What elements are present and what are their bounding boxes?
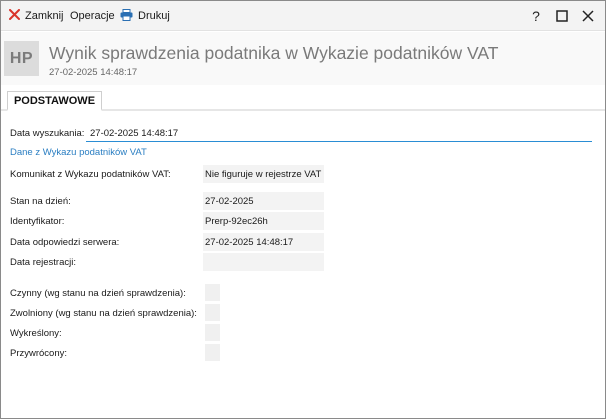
window-close-button[interactable] [578,6,598,26]
checkbox-label-czynny: Czynny (wg stanu na dzień sprawdzenia): [10,288,186,299]
close-x-icon [9,9,20,23]
search-date-label: Data wyszukania: [10,128,85,139]
avatar: HP [4,41,39,76]
maximize-button[interactable] [552,6,572,26]
close-button-label: Zamknij [25,10,64,22]
page-subtitle: 27-02-2025 14:48:17 [49,67,138,78]
print-button[interactable]: Drukuj [120,7,170,25]
close-button[interactable]: Zamknij [9,7,64,25]
window-close-icon [582,10,594,22]
help-button[interactable]: ? [526,6,546,26]
field-label-data-rejestracji: Data rejestracji: [10,257,76,268]
field-value-komunikat: Nie figuruje w rejestrze VAT [203,165,324,183]
dialog-header: HP Wynik sprawdzenia podatnika w Wykazie… [1,32,605,85]
field-label-data-odpowiedzi: Data odpowiedzi serwera: [10,237,120,248]
help-icon: ? [532,8,540,24]
tab-podstawowe[interactable]: PODSTAWOWE [7,91,102,111]
checkbox-zwolniony[interactable] [205,304,220,321]
field-value-stan-na-dzien: 27-02-2025 [203,192,324,210]
checkbox-przywrocony[interactable] [205,344,220,361]
checkbox-czynny[interactable] [205,284,220,301]
checkbox-label-przywrocony: Przywrócony: [10,348,68,359]
page-title: Wynik sprawdzenia podatnika w Wykazie po… [49,43,499,63]
checkbox-wykreslony[interactable] [205,324,220,341]
print-button-label: Drukuj [138,10,170,22]
maximize-icon [556,10,568,22]
checkbox-label-zwolniony: Zwolniony (wg stanu na dzień sprawdzenia… [10,308,197,319]
field-label-identyfikator: Identyfikator: [10,216,65,227]
field-value-identyfikator: Prerp-92ec26h [203,212,324,230]
tab-bar: PODSTAWOWE [1,91,605,111]
toolbar: Zamknij Operacje Drukuj ? [1,1,605,31]
search-date-field[interactable] [86,125,592,142]
checkbox-label-wykreslony: Wykreślony: [10,328,62,339]
field-label-komunikat: Komunikat z Wykazu podatników VAT: [10,169,171,180]
field-value-data-rejestracji [203,253,324,271]
dialog-window: Zamknij Operacje Drukuj ? HP Wynik spraw… [0,0,606,419]
printer-icon [120,8,133,24]
section-title-link: Dane z Wykazu podatników VAT [10,147,147,158]
field-value-data-odpowiedzi: 27-02-2025 14:48:17 [203,233,324,251]
operations-button-label: Operacje [70,10,115,22]
operations-button[interactable]: Operacje [70,7,115,25]
field-label-stan-na-dzien: Stan na dzień: [10,196,71,207]
